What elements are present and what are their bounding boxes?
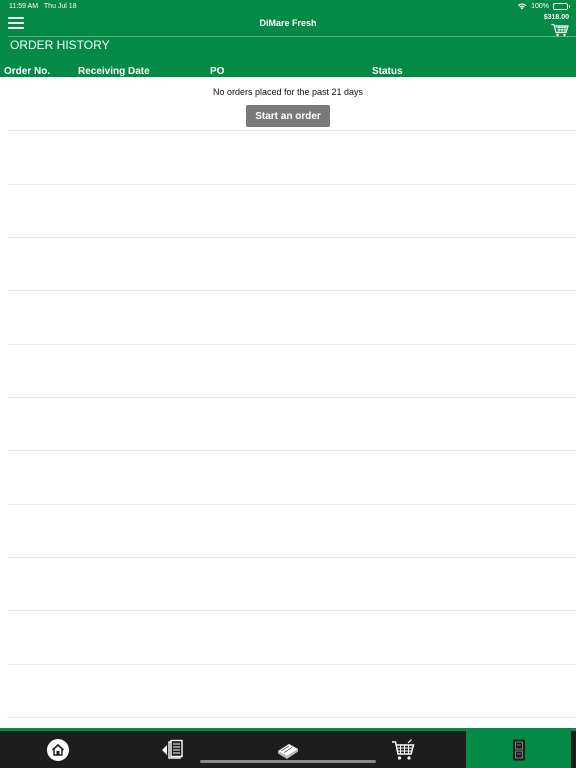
table-row: [8, 557, 576, 558]
wifi-icon: [517, 3, 527, 10]
table-row: [8, 130, 576, 131]
shopping-cart-icon: [391, 738, 414, 760]
tab-home[interactable]: [0, 731, 115, 768]
page-title: ORDER HISTORY: [10, 38, 110, 52]
home-indicator[interactable]: [200, 760, 376, 763]
cart-icon[interactable]: [551, 23, 569, 37]
table-row: [8, 717, 576, 718]
table-row: [8, 664, 576, 665]
table-row: [8, 504, 576, 505]
table-row: [8, 344, 576, 345]
table-row: [8, 290, 576, 291]
app-title: DiMare Fresh: [259, 18, 317, 28]
table-header: Order No. Receiving Date PO Status: [0, 66, 576, 77]
cart-total: $318.00: [543, 14, 569, 21]
column-header-receiving-date[interactable]: Receiving Date: [78, 66, 150, 77]
catalog-book-icon: [277, 743, 298, 759]
table-row: [8, 610, 576, 611]
status-bar: 11:59 AM Thu Jul 18 100%: [0, 0, 576, 13]
start-order-button[interactable]: Start an order: [246, 105, 330, 127]
column-header-po[interactable]: PO: [210, 66, 224, 77]
status-indicators: 100%: [517, 2, 570, 10]
battery-icon: [553, 2, 570, 10]
column-header-order-no[interactable]: Order No.: [4, 66, 50, 77]
tab-order-history[interactable]: [466, 731, 571, 768]
status-date: Thu Jul 18: [43, 3, 77, 10]
status-clock: 11:59 AM: [9, 3, 39, 10]
order-guide-icon: [161, 739, 183, 759]
header-divider: [8, 36, 576, 37]
order-history-icon: [512, 739, 525, 760]
table-row: [8, 450, 576, 451]
home-icon: [46, 738, 69, 761]
table-row: [8, 397, 576, 398]
battery-percent: 100%: [531, 2, 549, 10]
column-header-status[interactable]: Status: [372, 66, 403, 77]
table-row: [8, 237, 576, 238]
status-time: 11:59 AM Thu Jul 18: [9, 3, 77, 10]
table-row: [8, 184, 576, 185]
app-header: 11:59 AM Thu Jul 18 100% DiMare Fresh $3…: [0, 0, 576, 77]
empty-state-message: No orders placed for the past 21 days: [212, 87, 364, 97]
